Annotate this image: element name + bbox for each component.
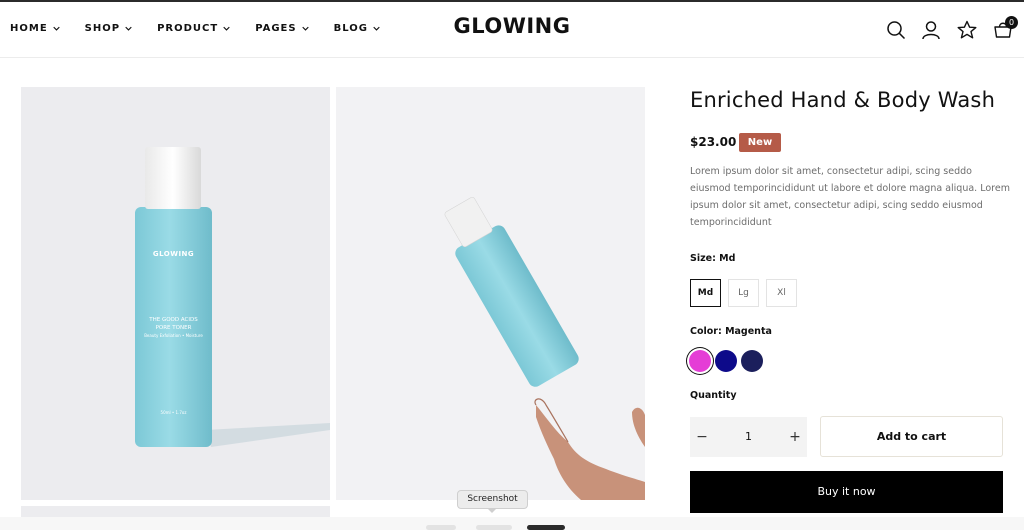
size-option-md[interactable]: Md [690, 279, 721, 307]
size-option-lg[interactable]: Lg [728, 279, 759, 307]
quantity-input[interactable]: 1 [714, 417, 783, 457]
site-logo: GLOWING [0, 14, 1024, 38]
product-description: Lorem ipsum dolor sit amet, consectetur … [690, 166, 1010, 228]
screenshot-toolbar [0, 517, 1024, 530]
color-swatch-midnight[interactable] [741, 350, 763, 372]
floating-bottle-illustration [444, 197, 645, 500]
bottle-volume: 50ml • 1.7oz [160, 410, 187, 415]
quantity-stepper: − 1 + [690, 417, 807, 457]
new-badge: New [739, 133, 781, 152]
bottle-line3: Beauty Exfoliation • Moisture [144, 333, 203, 338]
product-image-main[interactable]: GLOWING THE GOOD ACIDS PORE TONER Beauty… [21, 87, 330, 500]
cart-count-badge: 0 [1005, 16, 1018, 29]
tooltip-arrow [487, 508, 497, 513]
bottle-illustration [135, 147, 330, 447]
toolbar-pill[interactable] [527, 525, 565, 530]
quantity-decrease-button[interactable]: − [690, 417, 714, 457]
add-to-cart-button[interactable]: Add to cart [820, 416, 1003, 457]
cart-button[interactable]: 0 [993, 16, 1018, 40]
quantity-label: Quantity [690, 390, 737, 401]
size-label: Size: Md [690, 253, 736, 264]
bottle-line1: THE GOOD ACIDS [149, 317, 198, 323]
product-title: Enriched Hand & Body Wash [690, 88, 996, 112]
site-header: HOME SHOP PRODUCT PAGES BLOG GLOWING 0 [0, 2, 1024, 58]
toolbar-pill[interactable] [426, 525, 456, 530]
bottle-label: THE GOOD ACIDS PORE TONER Beauty Exfolia… [135, 316, 212, 340]
color-swatch-magenta[interactable] [689, 350, 711, 372]
quantity-increase-button[interactable]: + [783, 417, 807, 457]
buy-now-button[interactable]: Buy it now [690, 471, 1003, 513]
user-icon[interactable] [921, 20, 941, 40]
product-image-secondary[interactable] [336, 87, 645, 500]
bottle-line2: PORE TONER [155, 325, 192, 331]
color-swatch-navy[interactable] [715, 350, 737, 372]
screenshot-tooltip: Screenshot [457, 490, 528, 509]
size-option-xl[interactable]: Xl [766, 279, 797, 307]
toolbar-pill[interactable] [476, 525, 512, 530]
product-price: $23.00 [690, 135, 737, 149]
site-logo-text[interactable]: GLOWING [453, 14, 570, 38]
bottle-brand: GLOWING [152, 250, 195, 258]
star-icon[interactable] [957, 20, 977, 40]
color-label: Color: Magenta [690, 326, 772, 337]
search-icon[interactable] [886, 20, 906, 40]
